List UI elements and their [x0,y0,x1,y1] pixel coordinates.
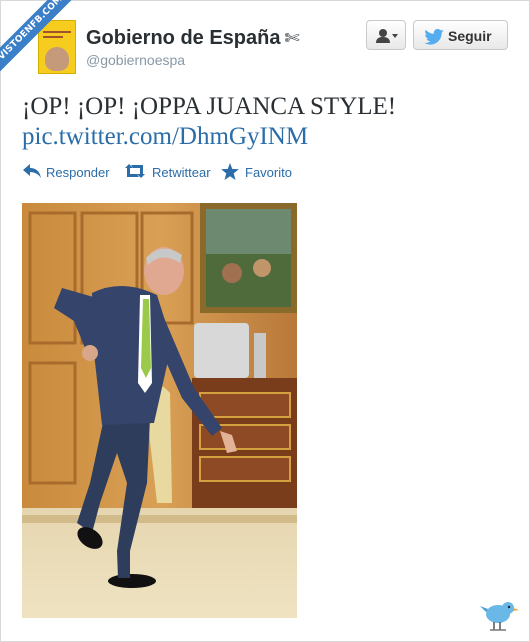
favorite-label: Favorito [245,165,292,180]
scissors-icon: ✄ [284,28,300,49]
retweet-button[interactable]: Retwittear [123,162,215,182]
reply-label: Responder [46,165,110,180]
retweet-label: Retwittear [152,165,211,180]
retweet-icon [125,164,145,178]
ribbon-text: VISTOENFB.COM [0,0,83,81]
reply-button[interactable]: Responder [22,162,114,182]
twitter-bird-icon [424,29,444,45]
reply-icon [23,164,41,178]
user-dropdown-button[interactable] [366,20,406,50]
favorite-button[interactable]: Favorito [221,162,301,182]
follow-button[interactable]: Seguir [413,20,508,50]
watermark-bird-icon [480,600,520,639]
follow-label: Seguir [448,28,492,44]
star-icon [221,163,239,180]
tweet-photo[interactable] [22,203,297,618]
user-dropdown-icon [376,29,398,43]
account-handle[interactable]: @gobiernoespa [86,52,185,68]
account-name[interactable]: Gobierno de España ✄ [86,27,300,50]
tweet-text: ¡OP! ¡OP! ¡OPPA JUANCA STYLE! [22,93,397,120]
tweet-link[interactable]: pic.twitter.com/DhmGyINM [22,122,308,152]
photo-illustration [22,203,297,618]
account-name-text: Gobierno de España [86,27,281,49]
corner-ribbon: VISTOENFB.COM [0,0,90,90]
